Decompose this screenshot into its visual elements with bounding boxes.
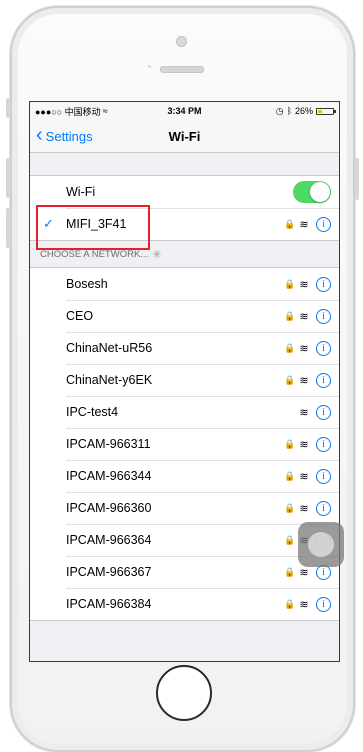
wifi-signal-icon: ≋ xyxy=(299,310,309,323)
network-row[interactable]: IPCAM-966311 🔒 ≋ i xyxy=(30,428,339,460)
bluetooth-icon: ᛒ xyxy=(286,106,292,116)
info-icon[interactable]: i xyxy=(316,308,331,324)
assistive-touch-inner xyxy=(308,532,334,557)
info-icon[interactable]: i xyxy=(316,276,331,292)
home-button[interactable] xyxy=(156,665,212,721)
wifi-toggle-label: Wi-Fi xyxy=(66,185,96,199)
screen: ●●●○○ 中国移动 ≈ 3:34 PM ◷ ᛒ 26% ‹ Settings … xyxy=(29,101,340,662)
info-icon[interactable]: i xyxy=(316,596,331,612)
info-icon[interactable]: i xyxy=(316,436,331,452)
battery-icon xyxy=(315,107,336,115)
back-button[interactable]: ‹ Settings xyxy=(36,120,93,152)
volume-up-button xyxy=(6,158,10,198)
network-row[interactable]: ChinaNet-uR56 🔒 ≋ i xyxy=(30,332,339,364)
network-name: ChinaNet-uR56 xyxy=(66,341,153,355)
wifi-toggle-row: Wi-Fi xyxy=(30,176,339,208)
info-icon[interactable]: i xyxy=(316,468,331,484)
battery-fill xyxy=(317,109,322,113)
status-bar: ●●●○○ 中国移动 ≈ 3:34 PM ◷ ᛒ 26% xyxy=(30,102,339,120)
lock-icon: 🔒 xyxy=(284,502,296,513)
info-icon[interactable]: i xyxy=(316,216,331,232)
network-row[interactable]: IPCAM-966344 🔒 ≋ i xyxy=(30,460,339,492)
lock-icon: 🔒 xyxy=(284,438,296,449)
wifi-signal-icon: ≋ xyxy=(299,406,309,419)
page-title: Wi-Fi xyxy=(168,128,201,144)
status-time: 3:34 PM xyxy=(167,106,202,116)
wifi-signal-icon: ≋ xyxy=(299,218,309,231)
network-row[interactable]: IPCAM-966360 🔒 ≋ i xyxy=(30,492,339,524)
network-row[interactable]: IPCAM-966367 🔒 ≋ i xyxy=(30,556,339,588)
back-button-label: Settings xyxy=(45,128,93,144)
battery-percent: 26% xyxy=(294,106,313,116)
lock-icon: 🔒 xyxy=(284,218,296,229)
front-camera xyxy=(176,36,187,47)
network-name: IPCAM-966360 xyxy=(66,501,152,515)
earpiece-speaker xyxy=(160,66,204,73)
network-name: IPCAM-966367 xyxy=(66,565,152,579)
network-row[interactable]: CEO 🔒 ≋ i xyxy=(30,300,339,332)
network-name: IPCAM-966344 xyxy=(66,469,152,483)
highlight-annotation xyxy=(36,205,150,250)
assistive-touch-button[interactable] xyxy=(298,522,344,567)
lock-icon: 🔒 xyxy=(284,374,296,385)
network-row[interactable]: IPCAM-966364🔒≋i xyxy=(30,524,339,556)
wifi-status-icon: ≈ xyxy=(102,106,108,116)
info-icon[interactable]: i xyxy=(316,404,331,420)
loading-spinner-icon: ✳ xyxy=(152,248,162,261)
proximity-sensor xyxy=(148,65,151,68)
alarm-icon: ◷ xyxy=(275,105,284,116)
network-list: Bosesh 🔒 ≋ i CEO 🔒 ≋ i ChinaNet-uR56 🔒 ≋ i ChinaNet-… xyxy=(30,267,339,621)
network-row[interactable]: IPC-test4 ≋ i xyxy=(30,396,339,428)
lock-icon: 🔒 xyxy=(284,278,296,289)
wifi-signal-icon: ≋ xyxy=(299,470,309,483)
wifi-signal-icon: ≋ xyxy=(299,598,309,611)
network-name: IPCAM-966311 xyxy=(66,437,151,451)
wifi-toggle[interactable] xyxy=(293,181,331,203)
section-spacer xyxy=(30,153,339,175)
wifi-signal-icon: ≋ xyxy=(299,502,309,515)
chevron-left-icon: ‹ xyxy=(36,124,43,146)
network-name: CEO xyxy=(66,309,94,323)
wifi-signal-icon: ≋ xyxy=(299,278,309,291)
volume-down-button xyxy=(6,208,10,248)
section-header-label: CHOOSE A NETWORK... xyxy=(40,248,149,260)
lock-icon: 🔒 xyxy=(284,342,296,353)
lock-icon: 🔒 xyxy=(284,470,296,481)
navigation-bar: ‹ Settings Wi-Fi xyxy=(30,120,339,153)
network-name: Bosesh xyxy=(66,277,108,291)
info-icon[interactable]: i xyxy=(316,500,331,516)
network-name: ChinaNet-y6EK xyxy=(66,373,153,387)
lock-icon: 🔒 xyxy=(284,310,296,321)
wifi-signal-icon: ≋ xyxy=(299,438,309,451)
info-icon[interactable]: i xyxy=(316,372,331,388)
network-row[interactable]: IPCAM-966384 🔒 ≋ i xyxy=(30,588,339,620)
wifi-signal-icon: ≋ xyxy=(299,342,309,355)
network-name: IPCAM-966364 xyxy=(66,533,152,547)
mute-switch xyxy=(6,98,10,118)
network-row[interactable]: ChinaNet-y6EK 🔒 ≋ i xyxy=(30,364,339,396)
carrier-label: ●●●○○ 中国移动 xyxy=(35,106,101,117)
info-icon[interactable]: i xyxy=(316,340,331,356)
lock-icon: 🔒 xyxy=(284,566,296,577)
power-button xyxy=(355,158,359,200)
network-row[interactable]: Bosesh 🔒 ≋ i xyxy=(30,268,339,300)
wifi-signal-icon: ≋ xyxy=(299,374,309,387)
wifi-signal-icon: ≋ xyxy=(299,566,309,579)
toggle-knob xyxy=(310,182,330,202)
lock-icon: 🔒 xyxy=(284,598,296,609)
lock-icon: 🔒 xyxy=(284,534,296,545)
network-name: IPCAM-966384 xyxy=(66,597,152,611)
network-name: IPC-test4 xyxy=(66,405,119,419)
